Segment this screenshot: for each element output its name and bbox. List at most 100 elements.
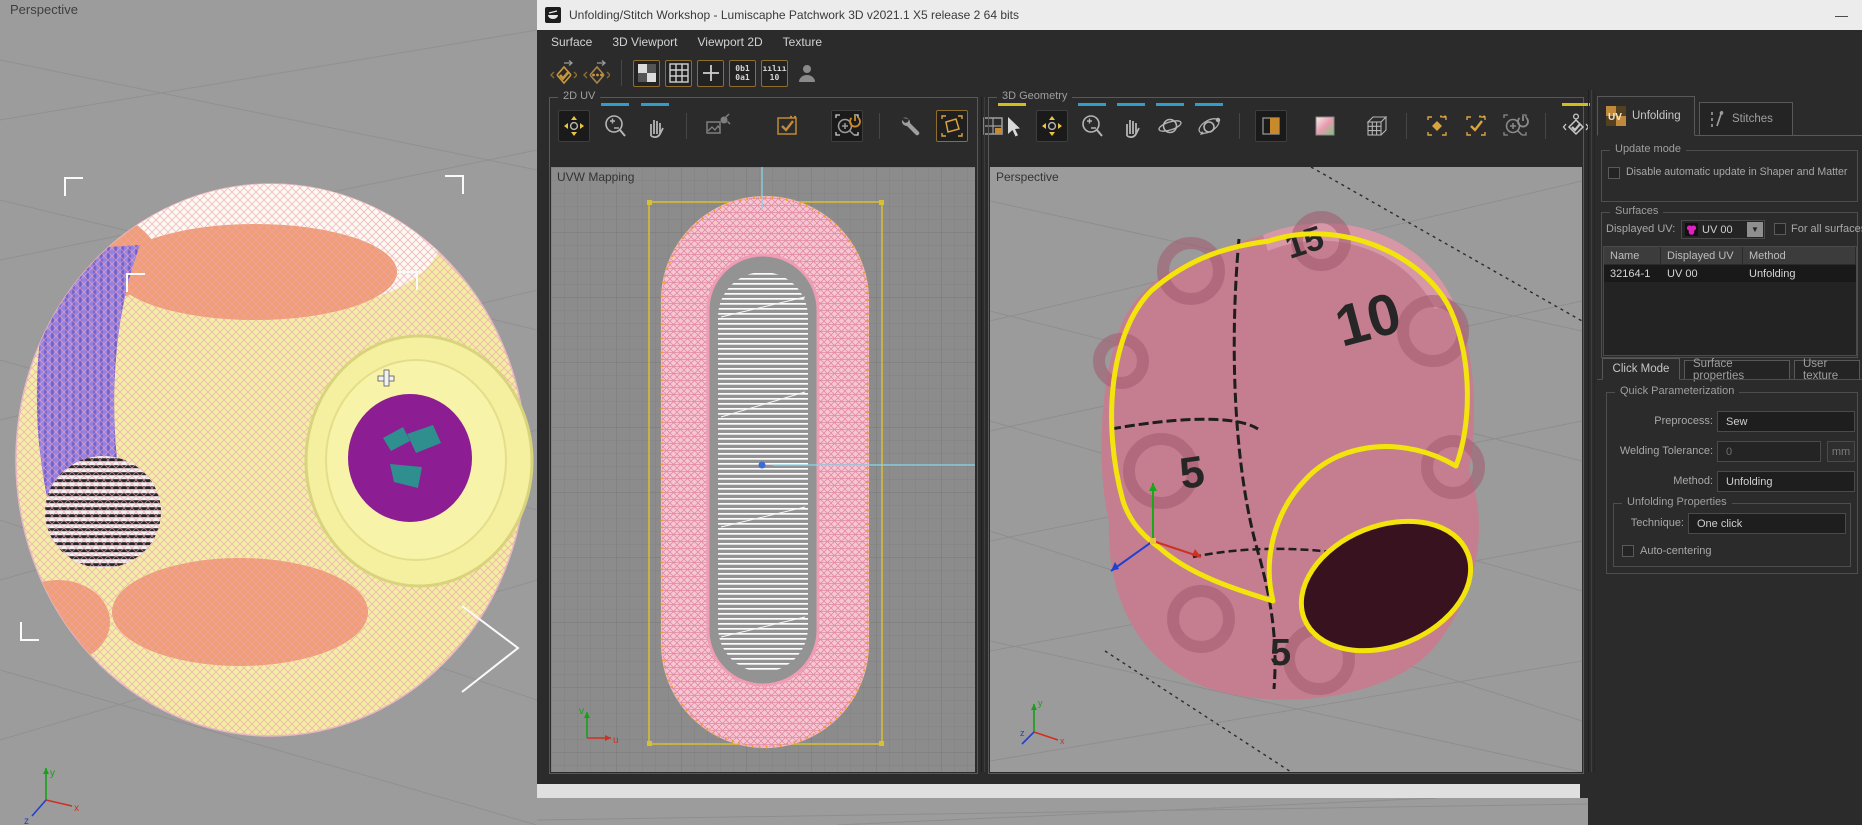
planet-icon	[1158, 118, 1182, 134]
col-header-name[interactable]: Name	[1604, 247, 1661, 265]
checker-display-button[interactable]	[633, 59, 660, 87]
menu-texture[interactable]: Texture	[773, 32, 832, 52]
panel-3d-geometry-title: 3D Geometry	[997, 90, 1073, 102]
tab-stitches[interactable]: Stitches	[1699, 102, 1793, 136]
welding-tolerance-input[interactable]: 0	[1717, 441, 1821, 462]
title-bar[interactable]: Unfolding/Stitch Workshop - Lumiscaphe P…	[537, 0, 1862, 31]
tab-user-texture[interactable]: User texture	[1794, 358, 1860, 382]
tab-unfolding[interactable]: UV Unfolding	[1597, 96, 1695, 136]
grid-icon	[668, 63, 689, 83]
move-arrows-icon	[1042, 116, 1062, 136]
uv-levels-button[interactable]: 0b1 0a1	[729, 59, 756, 87]
quad-select-icon	[941, 115, 963, 137]
hand-icon	[1126, 120, 1140, 138]
panel-splitter[interactable]	[978, 97, 988, 772]
toolbar-3d	[997, 103, 1591, 142]
settings-2d-button[interactable]	[896, 111, 926, 141]
uv-shell	[647, 167, 975, 749]
vp-axis-x-label: x	[1060, 736, 1065, 746]
unfold-validate-button[interactable]	[549, 59, 577, 87]
ruler-icon-text: 10	[769, 73, 780, 82]
person-icon	[799, 65, 815, 82]
col-header-displayed-uv[interactable]: Displayed UV	[1661, 247, 1743, 265]
uv-checker-icon: UV	[1606, 106, 1626, 126]
uvw-mapping-viewport[interactable]: UVW Mapping v u	[551, 167, 975, 772]
welding-tolerance-value: 0	[1726, 445, 1733, 458]
select-tool-button[interactable]	[997, 103, 1027, 141]
table-row[interactable]: 32164-1 UV 00 Unfolding	[1604, 265, 1856, 282]
menu-viewport-2d[interactable]: Viewport 2D	[688, 32, 773, 52]
auto-centering-checkbox[interactable]	[1622, 545, 1634, 557]
disable-auto-update-checkbox[interactable]	[1608, 167, 1620, 179]
hand-tool-2d-button[interactable]	[640, 103, 670, 141]
auto-centering-label: Auto-centering	[1640, 545, 1712, 557]
quick-parameterization-group: Quick Parameterization Preprocess: Sew W…	[1606, 385, 1858, 574]
ruler-button[interactable]: ıılıı 10	[761, 59, 788, 87]
minimize-button[interactable]: —	[1835, 8, 1848, 23]
auto-zoom-selected-2d-button[interactable]	[831, 110, 863, 142]
uv-axis-u-label: u	[613, 735, 619, 744]
cell-displayed-uv: UV 00	[1667, 267, 1698, 280]
validate-selection-button[interactable]	[1461, 111, 1491, 141]
pan-move-2d-button[interactable]	[558, 110, 590, 142]
sidebar: UV Unfolding Stitches Update mode Disabl…	[1597, 90, 1862, 825]
texture-preview-button[interactable]	[1310, 111, 1340, 141]
active-indicator	[601, 103, 629, 106]
turntable-camera-button[interactable]	[1194, 103, 1224, 141]
background-viewport[interactable]: x z y Perspective	[0, 0, 537, 825]
ruler-icon-bars: ıılıı	[762, 64, 787, 73]
hand-tool-3d-button[interactable]	[1116, 103, 1146, 141]
zoom-tool-3d-button[interactable]	[1077, 103, 1107, 141]
check-panel-icon	[777, 115, 797, 135]
half-square-icon	[1262, 117, 1280, 135]
preprocess-dropdown[interactable]: Sew	[1717, 411, 1855, 432]
panel-3d-geometry: 3D Geometry Perspective 15 10 5 5 y x z	[988, 90, 1590, 774]
background-image-button[interactable]	[703, 111, 733, 141]
unfold-options-button[interactable]	[582, 59, 610, 87]
bg-axis-z-label: z	[24, 816, 29, 825]
display-mode-button[interactable]	[1255, 110, 1287, 142]
method-dropdown[interactable]: Unfolding	[1717, 471, 1855, 492]
active-indicator	[1117, 103, 1145, 106]
zoom-tool-2d-button[interactable]	[600, 103, 630, 141]
for-all-surfaces-checkbox[interactable]	[1774, 223, 1786, 235]
zoom-power-icon	[835, 114, 861, 136]
col-header-method[interactable]: Method	[1743, 247, 1856, 265]
toolbar-2d	[558, 103, 1008, 142]
tab-click-mode[interactable]: Click Mode	[1602, 358, 1680, 380]
displayed-uv-dropdown[interactable]: UV 00 ▼	[1681, 220, 1765, 239]
viewport-axis-gizmo: y x z	[1020, 698, 1065, 746]
stitches-icon	[1711, 110, 1724, 127]
cuff-scene: 15 10 5 5	[990, 167, 1582, 772]
toolbar-separator	[686, 113, 687, 139]
validate-panel-button[interactable]	[773, 111, 803, 141]
wireframe-button[interactable]	[1361, 111, 1391, 141]
hand-icon	[650, 120, 664, 138]
wrench-icon	[901, 117, 920, 136]
cursor-arrow-icon	[1008, 117, 1020, 137]
technique-dropdown[interactable]: One click	[1688, 513, 1846, 534]
pan-move-3d-button[interactable]	[1036, 110, 1068, 142]
purple-logo-disk	[348, 394, 472, 522]
grid-display-button[interactable]	[665, 59, 692, 87]
tape-number: 5	[1270, 632, 1291, 674]
image-plug-icon	[706, 113, 731, 134]
quad-select-2d-button[interactable]	[936, 110, 968, 142]
avatar-button[interactable]	[793, 59, 821, 87]
auto-zoom-selected-3d-button[interactable]	[1500, 111, 1530, 141]
tab-surface-properties[interactable]: Surface properties	[1684, 358, 1790, 382]
background-viewport-label: Perspective	[10, 2, 78, 17]
toolbar-separator	[621, 60, 622, 86]
menu-3d-viewport[interactable]: 3D Viewport	[602, 32, 687, 52]
cross-display-button[interactable]	[697, 59, 724, 87]
background-axis-gizmo: x z y	[24, 768, 79, 825]
move-arrows-icon	[564, 116, 584, 136]
select-surface-mode-button[interactable]	[1422, 111, 1452, 141]
sidebar-splitter[interactable]	[1585, 90, 1597, 772]
geometry-viewport[interactable]: Perspective 15 10 5 5 y x z	[990, 167, 1582, 772]
checkerboard-icon	[637, 64, 656, 82]
dropdown-arrow-button[interactable]: ▼	[1747, 222, 1763, 237]
orbit-camera-button[interactable]	[1155, 103, 1185, 141]
active-indicator	[1078, 103, 1106, 106]
menu-surface[interactable]: Surface	[541, 32, 602, 52]
